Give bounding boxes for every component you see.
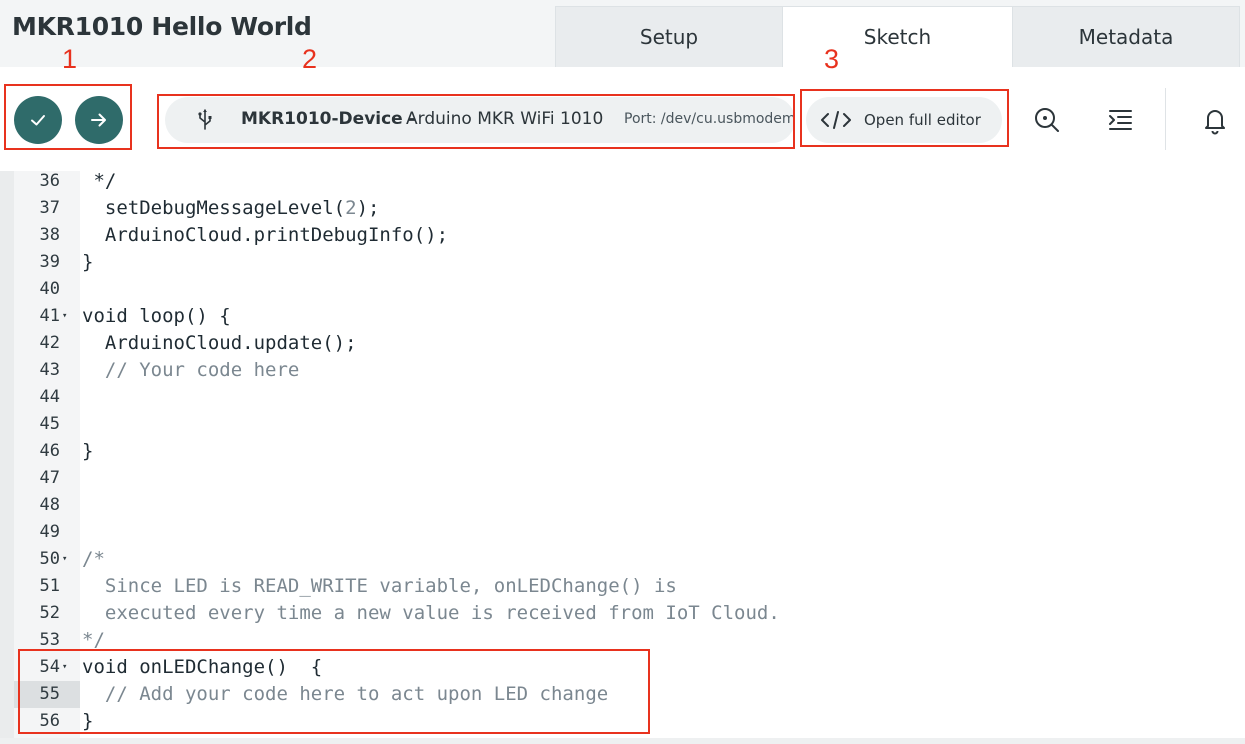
code-text: Since LED is READ_WRITE variable, onLEDC…: [82, 575, 677, 597]
code-line[interactable]: 46}: [0, 438, 1245, 465]
code-text: }: [82, 251, 94, 273]
code-line[interactable]: 43 // Your code here: [0, 357, 1245, 384]
code-line[interactable]: 37 setDebugMessageLevel(2);: [0, 195, 1245, 222]
code-line[interactable]: 52 executed every time a new value is re…: [0, 600, 1245, 627]
line-number: 40: [39, 279, 60, 299]
line-number: 46: [39, 441, 60, 461]
code-text: ArduinoCloud.printDebugInfo();: [82, 224, 449, 246]
indent-icon: [1109, 110, 1132, 130]
line-number: 37: [39, 198, 60, 218]
code-line[interactable]: 50 ▾ /*: [0, 546, 1245, 573]
code-text: setDebugMessageLevel(2);: [82, 195, 380, 222]
line-number: 38: [39, 225, 60, 245]
line-number: 50: [39, 549, 60, 569]
search-icon: [1035, 108, 1059, 132]
code-line[interactable]: 47: [0, 465, 1245, 492]
code-line[interactable]: 40: [0, 276, 1245, 303]
code-line[interactable]: 48: [0, 492, 1245, 519]
toolbar-divider: [1165, 88, 1166, 150]
bottom-strip: [0, 738, 1245, 744]
tab-metadata[interactable]: Metadata: [1012, 6, 1240, 67]
bell-icon: [1205, 110, 1225, 135]
annotation-box-4: [18, 649, 650, 734]
line-number: 36: [39, 171, 60, 191]
code-line[interactable]: 51 Since LED is READ_WRITE variable, onL…: [0, 573, 1245, 600]
line-number: 48: [39, 495, 60, 515]
line-number: 47: [39, 468, 60, 488]
code-text: }: [82, 440, 94, 462]
line-number: 52: [39, 603, 60, 623]
code-number-literal: 2: [345, 197, 357, 219]
code-text: ArduinoCloud.update();: [82, 332, 357, 354]
line-number: 51: [39, 576, 60, 596]
code-text: */: [82, 170, 117, 192]
code-text: /*: [82, 548, 105, 570]
code-text: void loop() {: [82, 305, 231, 327]
line-number: 39: [39, 252, 60, 272]
code-line[interactable]: 42 ArduinoCloud.update();: [0, 330, 1245, 357]
annotation-box-1: [4, 84, 132, 150]
indent-button[interactable]: [1102, 102, 1138, 138]
line-number: 45: [39, 414, 60, 434]
tab-sketch[interactable]: Sketch: [783, 6, 1012, 67]
code-text: // Your code here: [82, 359, 300, 381]
code-line[interactable]: 36 */: [0, 168, 1245, 195]
code-line[interactable]: 49: [0, 519, 1245, 546]
annotation-marker-3: 3: [824, 44, 840, 74]
line-number: 43: [39, 360, 60, 380]
code-text-part: );: [356, 197, 380, 219]
code-text: executed every time a new value is recei…: [82, 602, 780, 624]
code-text-part: setDebugMessageLevel(: [82, 197, 346, 219]
code-line[interactable]: 45: [0, 411, 1245, 438]
code-line[interactable]: 44: [0, 384, 1245, 411]
annotation-box-3: [800, 89, 1009, 147]
code-line[interactable]: 39}: [0, 249, 1245, 276]
sketch-title: MKR1010 Hello World: [12, 12, 312, 41]
search-button[interactable]: [1029, 102, 1065, 138]
annotation-marker-1: 1: [62, 44, 78, 74]
code-line[interactable]: 38 ArduinoCloud.printDebugInfo();: [0, 222, 1245, 249]
tab-setup[interactable]: Setup: [555, 6, 783, 67]
fold-toggle[interactable]: ▾: [62, 303, 67, 330]
line-number: 41: [39, 306, 60, 326]
fold-toggle[interactable]: ▾: [62, 546, 67, 573]
annotation-box-2: [157, 94, 795, 149]
annotation-marker-2: 2: [302, 44, 318, 74]
notifications-button[interactable]: [1197, 102, 1233, 138]
code-line[interactable]: 41 ▾ void loop() {: [0, 303, 1245, 330]
line-number: 44: [39, 387, 60, 407]
line-number: 49: [39, 522, 60, 542]
line-number: 42: [39, 333, 60, 353]
